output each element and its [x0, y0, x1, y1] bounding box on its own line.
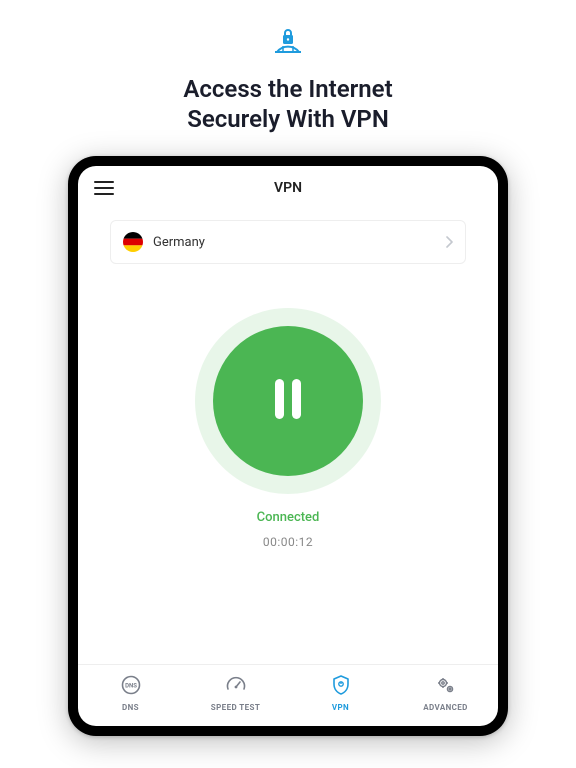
tab-label: VPN [332, 703, 349, 712]
svg-text:DNS: DNS [125, 682, 137, 689]
flag-germany-icon [123, 232, 143, 252]
app-screen: VPN Germany [78, 166, 498, 726]
hamburger-icon [94, 181, 114, 183]
tablet-frame: VPN Germany [68, 156, 508, 736]
country-name: Germany [153, 235, 445, 250]
tab-label: ADVANCED [423, 703, 468, 712]
country-selector[interactable]: Germany [110, 220, 466, 264]
tab-label: DNS [122, 703, 139, 712]
chevron-right-icon [445, 233, 453, 252]
promo-line-1: Access the Internet [183, 75, 392, 103]
tab-dns[interactable]: DNS DNS [78, 665, 183, 720]
shield-icon [330, 674, 352, 700]
dns-icon: DNS [120, 674, 142, 700]
pause-icon [269, 375, 307, 427]
bottom-tab-bar: DNS DNS SPEED TEST [78, 664, 498, 726]
gauge-icon [225, 674, 247, 700]
app-header: VPN [78, 166, 498, 210]
connect-toggle-button[interactable] [213, 326, 363, 476]
promo-headline: Access the Internet Securely With VPN [183, 74, 392, 134]
promo-secure-globe-icon [269, 26, 307, 64]
tab-vpn[interactable]: VPN [288, 665, 393, 720]
connection-status: Connected [257, 510, 320, 525]
tab-advanced[interactable]: ADVANCED [393, 665, 498, 720]
gears-icon [435, 674, 457, 700]
menu-button[interactable] [94, 181, 114, 195]
page-title: VPN [274, 180, 302, 196]
tab-speed-test[interactable]: SPEED TEST [183, 665, 288, 720]
tab-label: SPEED TEST [211, 703, 260, 712]
promo-line-2: Securely With VPN [187, 105, 389, 133]
connect-area: Connected 00:00:12 [78, 264, 498, 664]
connection-timer: 00:00:12 [263, 535, 313, 549]
